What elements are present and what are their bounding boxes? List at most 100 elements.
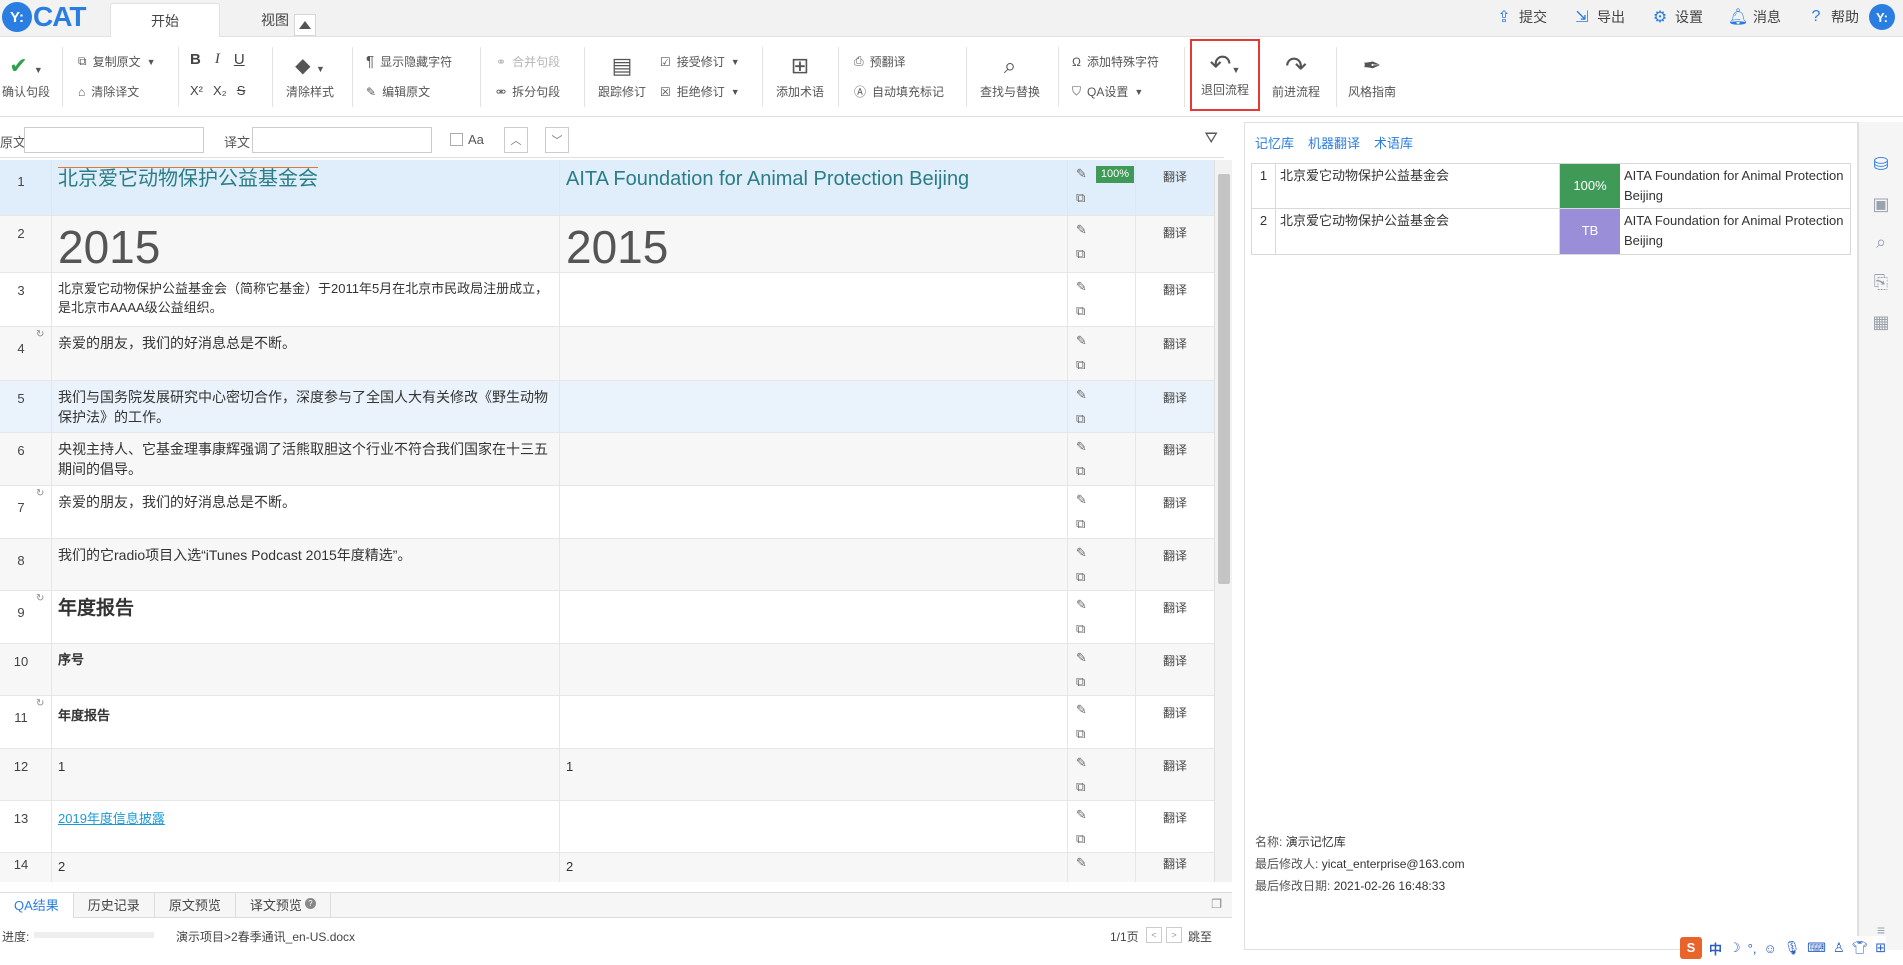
special-char-button[interactable]: Ω 添加特殊字符	[1072, 53, 1159, 70]
merge-segment-button[interactable]: ⚭ 合并句段	[496, 53, 560, 70]
find-replace-button[interactable]: ⌕ 查找与替换	[980, 49, 1040, 100]
pencil-icon[interactable]: ✎	[1076, 387, 1087, 403]
pencil-icon[interactable]: ✎	[1076, 650, 1087, 666]
source-cell[interactable]: 2015	[52, 216, 560, 273]
punctuation-icon[interactable]: °,	[1748, 941, 1757, 956]
forward-workflow-button[interactable]: ↷ 前进流程	[1272, 49, 1320, 100]
strikethrough-button[interactable]: S	[237, 83, 246, 98]
next-match-button[interactable]: ﹀	[545, 127, 569, 153]
edit-source-button[interactable]: ✎ 编辑原文	[366, 83, 430, 100]
prev-match-button[interactable]: ︿	[504, 127, 528, 153]
pretranslate-button[interactable]: ⎙ 预翻译	[854, 53, 906, 70]
avatar[interactable]: Y:	[1869, 4, 1895, 30]
segment-row-9[interactable]: ↻ 9 年度报告 ✎ ⧉ 翻译	[0, 591, 1214, 644]
tab-start[interactable]: 开始	[110, 3, 220, 37]
confirm-segment-icon[interactable]: ⧉	[1076, 569, 1085, 585]
track-changes-button[interactable]: ▤ 跟踪修订	[598, 49, 646, 100]
clear-target-button[interactable]: ⌂ 清除译文	[78, 83, 139, 100]
source-cell[interactable]: 我们的它radio项目入选“iTunes Podcast 2015年度精选”。	[52, 539, 560, 590]
segment-row-7[interactable]: ↻ 7 亲爱的朋友，我们的好消息总是不断。 ✎ ⧉ 翻译	[0, 486, 1214, 539]
collapse-ribbon-button[interactable]	[294, 14, 316, 36]
pencil-icon[interactable]: ✎	[1076, 702, 1087, 718]
pencil-icon[interactable]: ✎	[1076, 439, 1087, 455]
tab-target-preview[interactable]: 译文预览?	[236, 893, 331, 918]
target-cell[interactable]	[560, 327, 1068, 380]
style-guide-button[interactable]: ✒ 风格指南	[1348, 49, 1396, 100]
source-link[interactable]: 2019年度信息披露	[58, 811, 165, 826]
tm-match-row[interactable]: 2 北京爱它动物保护公益基金会 TB AITA Foundation for A…	[1252, 209, 1850, 254]
target-cell[interactable]	[560, 591, 1068, 643]
mic-icon[interactable]: 🎙︎	[1784, 940, 1801, 956]
source-cell[interactable]: 2019年度信息披露	[52, 801, 560, 852]
tm-match-row[interactable]: 1 北京爱它动物保护公益基金会 100% AITA Foundation for…	[1252, 164, 1850, 209]
filter-icon[interactable]: ⛛	[1205, 130, 1218, 148]
emoji-icon[interactable]: ☺	[1763, 941, 1776, 956]
segment-row-8[interactable]: 8 我们的它radio项目入选“iTunes Podcast 2015年度精选”…	[0, 539, 1214, 591]
rollback-workflow-button[interactable]: ↶▼ 退回流程	[1190, 39, 1260, 111]
add-term-button[interactable]: ⊞ 添加术语	[776, 49, 824, 100]
source-cell[interactable]: 序号	[52, 644, 560, 695]
tab-termbase[interactable]: 术语库	[1374, 133, 1413, 152]
target-cell[interactable]	[560, 644, 1068, 695]
autofill-tags-button[interactable]: Ⓐ 自动填充标记	[854, 83, 944, 100]
prev-page-button[interactable]: <	[1146, 927, 1162, 943]
italic-button[interactable]: I	[215, 51, 220, 68]
clear-style-button[interactable]: ◆ ▼ 清除样式	[286, 49, 334, 100]
attachment-icon[interactable]: ⎘	[1869, 270, 1893, 294]
show-hidden-chars-button[interactable]: ¶ 显示隐藏字符	[366, 53, 452, 70]
copy-source-button[interactable]: ⧉ 复制原文 ▼	[78, 53, 156, 70]
source-cell[interactable]: 亲爱的朋友，我们的好消息总是不断。	[52, 486, 560, 538]
segment-row-11[interactable]: ↻ 11 年度报告 ✎ ⧉ 翻译	[0, 696, 1214, 749]
target-cell[interactable]	[560, 486, 1068, 538]
segment-row-2[interactable]: 2 2015 2015 ✎ ⧉ 翻译	[0, 216, 1214, 273]
confirm-segment-icon[interactable]: ⧉	[1076, 190, 1085, 206]
grid-icon[interactable]: ⊞	[1875, 940, 1886, 956]
target-filter-input[interactable]	[252, 127, 432, 153]
subscript-button[interactable]: X₂	[213, 83, 227, 98]
pencil-icon[interactable]: ✎	[1076, 807, 1087, 823]
source-cell[interactable]: 北京爱它动物保护公益基金会（简称它基金）于2011年5月在北京市民政局注册成立，…	[52, 273, 560, 326]
grid-scrollbar[interactable]	[1214, 160, 1232, 882]
source-cell[interactable]: 亲爱的朋友，我们的好消息总是不断。	[52, 327, 560, 380]
source-cell[interactable]: 央视主持人、它基金理事康辉强调了活熊取胆这个行业不符合我们国家在十三五期间的倡导…	[52, 433, 560, 485]
database-icon[interactable]: ⛁	[1869, 152, 1893, 176]
search-icon[interactable]: ⌕	[1869, 230, 1893, 254]
target-cell[interactable]	[560, 381, 1068, 432]
scrollbar-thumb[interactable]	[1218, 174, 1230, 584]
source-cell[interactable]: 1	[52, 749, 560, 800]
reject-changes-button[interactable]: ☒ 拒绝修订 ▼	[660, 83, 740, 100]
source-cell[interactable]: 年度报告	[52, 696, 560, 748]
jump-to-page-button[interactable]: 跳至	[1188, 928, 1212, 945]
segment-row-12[interactable]: 12 1 1 ✎ ⧉ 翻译	[0, 749, 1214, 801]
ime-language[interactable]: 中	[1709, 939, 1722, 958]
pencil-icon[interactable]: ✎	[1076, 545, 1087, 561]
confirm-segment-icon[interactable]: ⧉	[1076, 726, 1085, 742]
target-cell[interactable]: 1	[560, 749, 1068, 800]
segment-row-1[interactable]: 1 北京爱它动物保护公益基金会 AITA Foundation for Anim…	[0, 160, 1214, 216]
target-cell[interactable]: 2	[560, 853, 1068, 882]
underline-button[interactable]: U	[234, 51, 245, 68]
pencil-icon[interactable]: ✎	[1076, 222, 1087, 238]
target-cell[interactable]	[560, 696, 1068, 748]
case-sensitive-checkbox[interactable]	[450, 133, 463, 146]
shirt-icon[interactable]: 👕︎	[1852, 940, 1869, 956]
confirm-segment-button[interactable]: ✔ ▼ 确认句段	[2, 49, 50, 100]
calendar-icon[interactable]: ▦	[1869, 310, 1893, 334]
target-cell[interactable]: AITA Foundation for Animal Protection Be…	[560, 160, 1068, 215]
restore-panel-icon[interactable]: ❐	[1211, 897, 1222, 911]
source-filter-input[interactable]	[24, 127, 204, 153]
qa-settings-button[interactable]: ⛉ QA设置 ▼	[1072, 83, 1143, 100]
export-button[interactable]: ⇲ 导出	[1573, 7, 1625, 27]
target-cell[interactable]	[560, 539, 1068, 590]
next-page-button[interactable]: >	[1166, 927, 1182, 943]
source-cell[interactable]: 年度报告	[52, 591, 560, 643]
segment-row-6[interactable]: 6 央视主持人、它基金理事康辉强调了活熊取胆这个行业不符合我们国家在十三五期间的…	[0, 433, 1214, 486]
tab-history[interactable]: 历史记录	[74, 893, 155, 918]
tab-source-preview[interactable]: 原文预览	[155, 893, 236, 918]
bold-button[interactable]: B	[190, 51, 201, 68]
pencil-icon[interactable]: ✎	[1076, 279, 1087, 295]
segment-row-3[interactable]: 3 北京爱它动物保护公益基金会（简称它基金）于2011年5月在北京市民政局注册成…	[0, 273, 1214, 327]
confirm-segment-icon[interactable]: ⧉	[1076, 516, 1085, 532]
confirm-segment-icon[interactable]: ⧉	[1076, 357, 1085, 373]
confirm-segment-icon[interactable]: ⧉	[1076, 246, 1085, 262]
